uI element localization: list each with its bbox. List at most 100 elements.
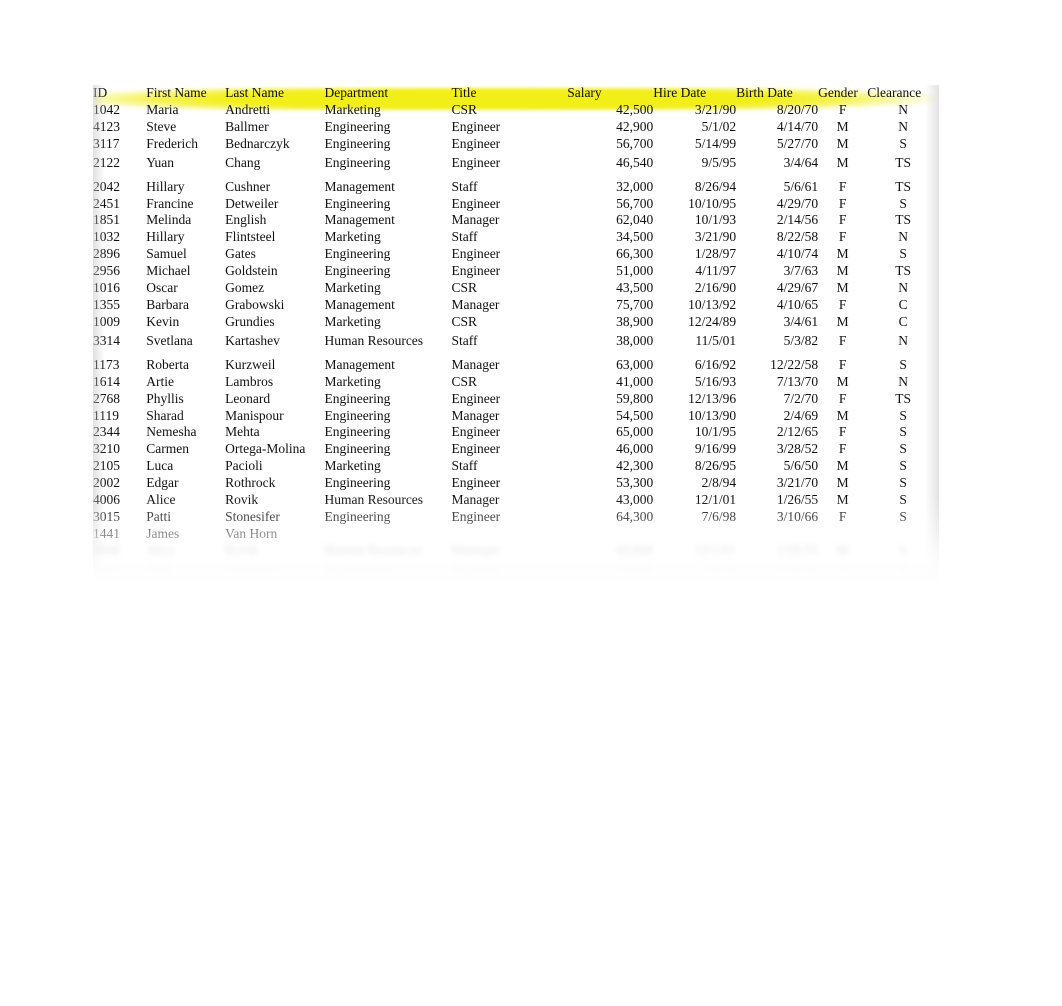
- cell-gender[interactable]: M: [818, 119, 867, 136]
- cell-gender[interactable]: M: [818, 475, 867, 492]
- table-row[interactable]: 1851 Melinda English Management Manager 62,04…: [93, 212, 939, 229]
- cell-hire[interactable]: 10/10/95: [653, 196, 736, 213]
- cell-title[interactable]: Staff: [451, 229, 567, 246]
- cell-dept[interactable]: Engineering: [324, 441, 451, 458]
- cell-clearance[interactable]: N: [867, 229, 939, 246]
- cell-title[interactable]: [451, 526, 567, 543]
- cell-dept[interactable]: Engineering: [324, 408, 451, 425]
- cell-id[interactable]: 2042: [93, 179, 146, 196]
- table-row[interactable]: 1119 Sharad Manispour Engineering Manager 54,…: [93, 408, 939, 425]
- table-row[interactable]: 1173 Roberta Kurzweil Management Manager 63,0…: [93, 357, 939, 374]
- cell-first[interactable]: Maria: [146, 102, 225, 119]
- cell-birth[interactable]: 4/29/67: [736, 280, 818, 297]
- cell-gender[interactable]: M: [818, 408, 867, 425]
- cell-hire[interactable]: 1/28/97: [653, 246, 736, 263]
- cell-first[interactable]: Artie: [146, 374, 225, 391]
- cell-dept[interactable]: Marketing: [324, 314, 451, 331]
- cell-last[interactable]: English: [225, 212, 324, 229]
- cell-first[interactable]: Oscar: [146, 280, 225, 297]
- cell-clearance[interactable]: TS: [867, 179, 939, 196]
- cell-last[interactable]: Andretti: [225, 102, 324, 119]
- cell-salary[interactable]: 65,000: [567, 424, 653, 441]
- cell-title[interactable]: Engineer: [451, 119, 567, 136]
- cell-clearance[interactable]: S: [867, 246, 939, 263]
- cell-first[interactable]: Francine: [146, 196, 225, 213]
- table-row[interactable]: 1009 Kevin Grundies Marketing CSR 38,900 12/24…: [93, 314, 939, 331]
- cell-hire[interactable]: 4/11/97: [653, 263, 736, 280]
- table-row[interactable]: 3210 Carmen Ortega-Molina Engineering Engine…: [93, 441, 939, 458]
- cell-id[interactable]: 1441: [93, 526, 146, 543]
- cell-last[interactable]: Grabowski: [225, 297, 324, 314]
- cell-salary[interactable]: 42,900: [567, 119, 653, 136]
- cell-birth[interactable]: 2/4/69: [736, 408, 819, 425]
- cell-last[interactable]: Manispour: [225, 408, 324, 425]
- cell-hire[interactable]: 3/21/90: [653, 229, 736, 246]
- cell-first[interactable]: Roberta: [146, 357, 225, 374]
- cell-hire[interactable]: 9/16/99: [653, 441, 736, 458]
- table-row[interactable]: 4123 Steve Ballmer Engineering Engineer 42,90…: [93, 119, 939, 136]
- cell-last[interactable]: Chang: [225, 153, 324, 179]
- cell-birth[interactable]: 12/22/58: [736, 357, 818, 374]
- cell-id[interactable]: 1614: [93, 374, 146, 391]
- cell-dept[interactable]: Engineering: [324, 246, 451, 263]
- cell-gender[interactable]: F: [818, 441, 867, 458]
- cell-gender[interactable]: M: [818, 458, 867, 475]
- cell-birth[interactable]: 5/6/50: [736, 458, 819, 475]
- cell-last[interactable]: Stonesifer: [225, 509, 324, 526]
- cell-hire[interactable]: 5/16/93: [653, 374, 736, 391]
- cell-last[interactable]: Lambros: [225, 374, 324, 391]
- cell-birth[interactable]: 4/10/65: [736, 297, 818, 314]
- cell-birth[interactable]: 5/6/61: [736, 179, 819, 196]
- cell-dept[interactable]: Marketing: [324, 280, 451, 297]
- cell-id[interactable]: 4006: [93, 492, 146, 509]
- column-header-id[interactable]: ID: [93, 85, 146, 102]
- cell-gender[interactable]: M: [818, 136, 867, 153]
- cell-gender[interactable]: F: [818, 509, 867, 526]
- cell-clearance[interactable]: S: [867, 136, 939, 153]
- cell-id[interactable]: 1851: [93, 212, 146, 229]
- cell-title[interactable]: Engineer: [451, 475, 567, 492]
- cell-salary[interactable]: 62,040: [567, 212, 653, 229]
- cell-clearance[interactable]: TS: [867, 263, 939, 280]
- cell-first[interactable]: Yuan: [146, 153, 225, 179]
- cell-hire[interactable]: 3/21/90: [653, 102, 736, 119]
- cell-id[interactable]: 4123: [93, 119, 146, 136]
- cell-title[interactable]: Manager: [451, 357, 567, 374]
- cell-dept[interactable]: Engineering: [324, 153, 451, 179]
- cell-salary[interactable]: 64,300: [567, 509, 653, 526]
- cell-id[interactable]: 2122: [93, 153, 146, 179]
- cell-birth[interactable]: 3/21/70: [736, 475, 818, 492]
- cell-gender[interactable]: M: [818, 263, 867, 280]
- cell-title[interactable]: Engineer: [451, 246, 567, 263]
- table-row[interactable]: 3117 Frederich Bednarczyk Engineering Engine…: [93, 136, 939, 153]
- cell-first[interactable]: Nemesha: [146, 424, 225, 441]
- column-header-department[interactable]: Department: [324, 85, 451, 102]
- cell-hire[interactable]: 2/8/94: [653, 475, 737, 492]
- cell-title[interactable]: CSR: [451, 314, 567, 331]
- cell-gender[interactable]: F: [818, 102, 867, 119]
- cell-title[interactable]: Engineer: [451, 424, 567, 441]
- cell-gender[interactable]: M: [818, 314, 867, 331]
- cell-id[interactable]: 1042: [93, 102, 146, 119]
- cell-salary[interactable]: 34,500: [567, 229, 653, 246]
- cell-first[interactable]: Edgar: [146, 475, 225, 492]
- table-row[interactable]: 2956 Michael Goldstein Engineering Engineer 5…: [93, 263, 939, 280]
- cell-first[interactable]: Patti: [146, 509, 225, 526]
- cell-dept[interactable]: [324, 526, 451, 543]
- cell-hire[interactable]: 5/1/02: [653, 119, 737, 136]
- cell-first[interactable]: Michael: [146, 263, 225, 280]
- cell-first[interactable]: Samuel: [146, 246, 225, 263]
- cell-birth[interactable]: 3/4/61: [736, 314, 819, 331]
- cell-id[interactable]: 2768: [93, 391, 146, 408]
- cell-dept[interactable]: Engineering: [324, 509, 451, 526]
- cell-hire[interactable]: 10/1/95: [653, 424, 736, 441]
- cell-title[interactable]: Manager: [451, 297, 567, 314]
- cell-salary[interactable]: 38,900: [567, 314, 653, 331]
- column-header-title[interactable]: Title: [451, 85, 567, 102]
- cell-last[interactable]: Detweiler: [225, 196, 324, 213]
- cell-last[interactable]: Rovik: [225, 492, 324, 509]
- cell-id[interactable]: 3015: [93, 509, 146, 526]
- cell-birth[interactable]: 4/10/74: [736, 246, 818, 263]
- cell-id[interactable]: 1355: [93, 297, 146, 314]
- cell-salary[interactable]: 38,000: [567, 331, 653, 357]
